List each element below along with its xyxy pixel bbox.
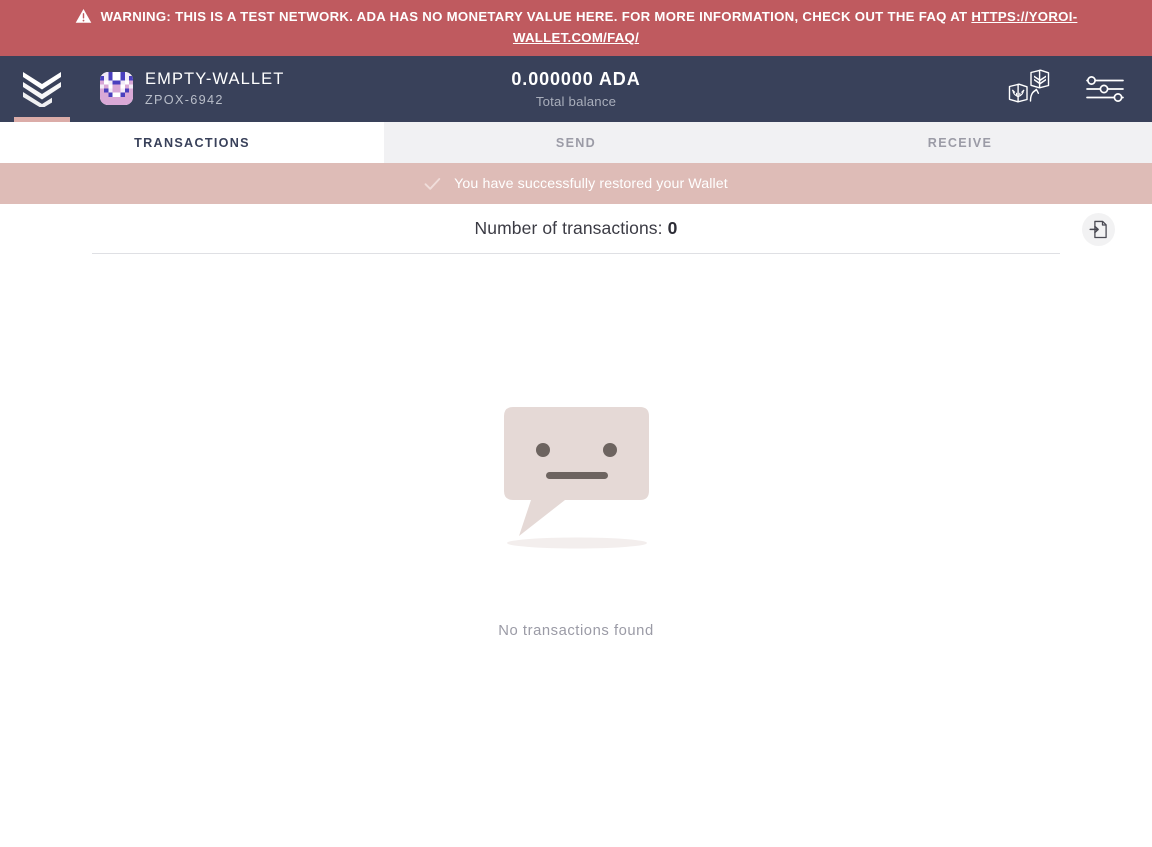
active-section-indicator [14, 117, 70, 122]
wallet-switch-button[interactable] [1007, 68, 1052, 110]
warning-triangle-icon [75, 9, 91, 23]
wallet-switch-icon [1008, 69, 1050, 103]
settings-sliders-icon [1086, 76, 1124, 102]
wallet-name-block: EMPTY-WALLET ZPOX-6942 [145, 70, 284, 107]
top-navigation-bar: EMPTY-WALLET ZPOX-6942 0.000000 ADA Tota… [0, 56, 1152, 122]
success-notification-bar: You have successfully restored your Wall… [0, 163, 1152, 204]
wallet-identicon-avatar [100, 72, 133, 106]
export-document-icon [1089, 220, 1107, 239]
test-network-warning-banner: WARNING: THIS IS A TEST NETWORK. ADA HAS… [0, 0, 1152, 56]
yoroi-wallet-app: WARNING: THIS IS A TEST NETWORK. ADA HAS… [0, 0, 1152, 847]
export-transactions-button[interactable] [1082, 213, 1115, 246]
wallet-tab-bar: Transactions Send Receive [0, 122, 1152, 163]
total-balance-amount: 0.000000 ADA [511, 69, 641, 89]
total-balance-label: Total balance [535, 94, 617, 109]
warning-banner-message: WARNING: THIS IS A TEST NETWORK. ADA HAS… [100, 9, 972, 24]
notification-message: You have successfully restored your Wall… [454, 175, 728, 192]
warning-banner-text-wrap: WARNING: THIS IS A TEST NETWORK. ADA HAS… [18, 6, 1134, 48]
transactions-panel: Number of transactions: 0 No transaction… [0, 204, 1152, 847]
transactions-divider [92, 253, 1060, 254]
nav-actions [1007, 68, 1152, 110]
tab-send[interactable]: Send [384, 122, 768, 163]
transactions-count: Number of transactions: 0 [475, 218, 678, 239]
tab-receive[interactable]: Receive [768, 122, 1152, 163]
check-icon [424, 177, 441, 190]
settings-button[interactable] [1084, 74, 1126, 104]
empty-transactions-text: No transactions found [498, 623, 654, 639]
wallet-summary[interactable]: EMPTY-WALLET ZPOX-6942 [85, 70, 284, 107]
wallet-plate-id: ZPOX-6942 [145, 92, 224, 107]
speech-bubble-neutral-face-icon [503, 407, 649, 549]
empty-transactions-state: No transactions found [0, 404, 1152, 639]
wallet-name: EMPTY-WALLET [145, 70, 285, 89]
transactions-header: Number of transactions: 0 [0, 204, 1152, 253]
yoroi-logo-icon [22, 72, 61, 107]
yoroi-logo-button[interactable] [0, 56, 85, 122]
transactions-count-value: 0 [667, 218, 678, 238]
transactions-count-label: Number of transactions: [474, 218, 663, 238]
tab-transactions[interactable]: Transactions [0, 122, 384, 163]
